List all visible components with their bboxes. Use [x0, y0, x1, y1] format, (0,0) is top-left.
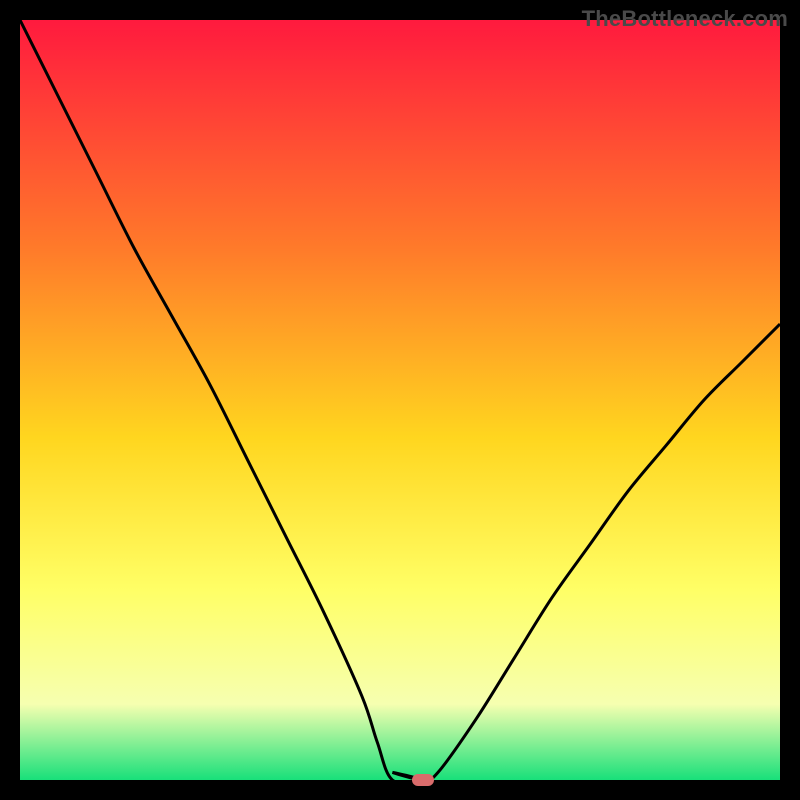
- chart-frame: TheBottleneck.com: [0, 0, 800, 800]
- plot-svg: [20, 20, 780, 780]
- optimal-point-marker: [412, 774, 434, 786]
- gradient-background: [20, 20, 780, 780]
- watermark-text: TheBottleneck.com: [582, 6, 788, 32]
- plot-area: [20, 20, 780, 780]
